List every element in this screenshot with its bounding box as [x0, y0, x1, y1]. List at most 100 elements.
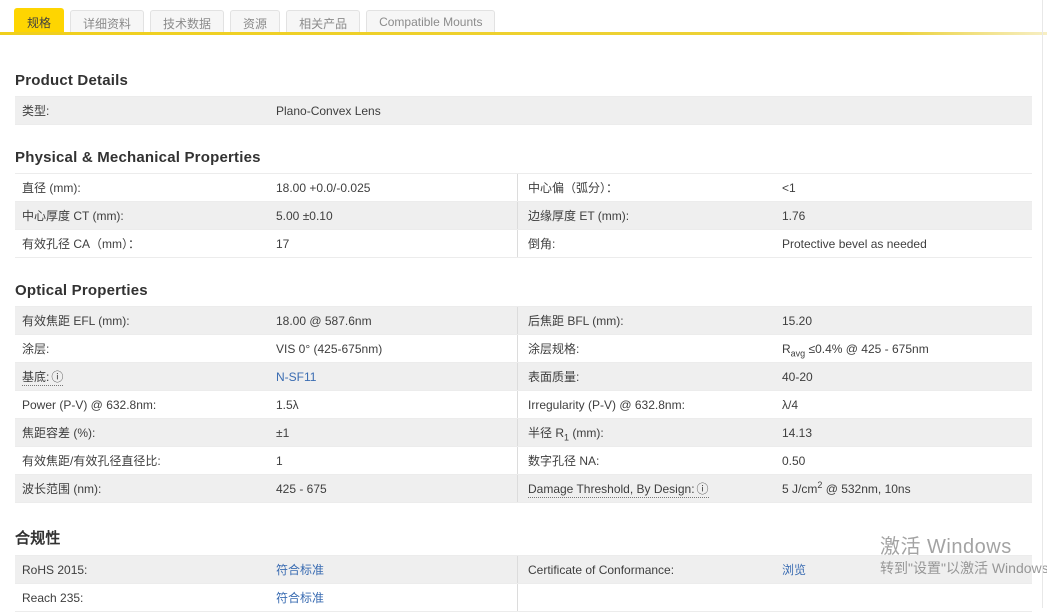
rohs-2015-cell: RoHS 2015: 符合标准 [15, 556, 517, 583]
spec-value: VIS 0° (425-675nm) [276, 341, 383, 356]
numerical-aperture-cell: 数字孔径 NA: 0.50 [517, 447, 1032, 474]
power-cell: Power (P-V) @ 632.8nm: 1.5λ [15, 391, 517, 418]
spec-value: 1.5λ [276, 397, 299, 412]
spec-row: 类型: Plano-Convex Lens [15, 97, 1032, 125]
spec-value: 0.50 [782, 453, 806, 468]
spec-label: 涂层规格: [528, 341, 580, 356]
damage-threshold-tooltip-trigger[interactable]: Damage Threshold, By Design: ⓘ [528, 481, 709, 498]
product-details-table: 类型: Plano-Convex Lens [15, 96, 1032, 125]
spec-value: Protective bevel as needed [782, 236, 927, 251]
irregularity-cell: Irregularity (P-V) @ 632.8nm: λ/4 [517, 391, 1032, 418]
spec-label: Damage Threshold, By Design: ⓘ [528, 481, 782, 498]
spec-label: 表面质量: [528, 369, 580, 384]
spec-row: 焦距容差 (%): ±1 半径 R1 (mm): 14.13 [15, 419, 1032, 447]
spec-value: 5 J/cm2 @ 532nm, 10ns [782, 479, 911, 496]
tab-details[interactable]: 详细资料 [70, 10, 145, 32]
spec-row: 有效孔径 CA（mm）： 17 倒角: Protective bevel as nee… [15, 230, 1032, 258]
spec-label: 半径 R1 (mm): [528, 425, 604, 442]
reach-235-cell: Reach 235: 符合标准 [15, 584, 517, 611]
coating-cell: 涂层: VIS 0° (425-675nm) [15, 335, 517, 362]
spec-label: Certificate of Conformance: [528, 562, 675, 577]
spec-label: Irregularity (P-V) @ 632.8nm: [528, 397, 685, 412]
center-thickness-cell: 中心厚度 CT (mm): 5.00 ±0.10 [15, 202, 517, 229]
rohs-compliant-link[interactable]: 符合标准 [276, 563, 324, 577]
spec-row: 中心厚度 CT (mm): 5.00 ±0.10 边缘厚度 ET (mm): 1.76 [15, 202, 1032, 230]
clear-aperture-cell: 有效孔径 CA（mm）： 17 [15, 230, 517, 257]
spec-label: 中心偏（弧分）： [528, 180, 619, 195]
coating-spec-cell: 涂层规格: Ravg ≤0.4% @ 425 - 675nm [517, 335, 1032, 362]
spec-row: 涂层: VIS 0° (425-675nm) 涂层规格: Ravg ≤0.4% @ 4… [15, 335, 1032, 363]
focal-length-tolerance-cell: 焦距容差 (%): ±1 [15, 419, 517, 446]
spec-value: 18.00 +0.0/-0.025 [276, 180, 371, 195]
spec-row: Power (P-V) @ 632.8nm: 1.5λ Irregularity (… [15, 391, 1032, 419]
efl-ca-ratio-cell: 有效焦距/有效孔径直径比: 1 [15, 447, 517, 474]
radius-r1-cell: 半径 R1 (mm): 14.13 [517, 419, 1032, 446]
spec-label: 有效焦距/有效孔径直径比: [22, 453, 161, 468]
windows-activation-watermark-line2: 转到"设置"以激活 Windows。 [880, 560, 1047, 576]
info-icon[interactable]: ⓘ [51, 370, 63, 384]
tab-bar: 规格 详细资料 技术数据 资源 相关产品 Compatible Mounts [0, 0, 1047, 35]
surface-quality-cell: 表面质量: 40-20 [517, 363, 1032, 390]
spec-row: 基底: ⓘ N-SF11 表面质量: 40-20 [15, 363, 1032, 391]
certificate-browse-link[interactable]: 浏览 [782, 563, 806, 577]
tab-underline [0, 32, 1047, 35]
tab-tech-data[interactable]: 技术数据 [150, 10, 225, 32]
spec-row: 波长范围 (nm): 425 - 675 Damage Threshold, By … [15, 475, 1032, 503]
section-physical-mechanical-properties: Physical & Mechanical Properties 直径 (mm):… [15, 149, 1032, 258]
section-title-physical-mechanical-properties: Physical & Mechanical Properties [15, 149, 261, 166]
spec-label: 有效焦距 EFL (mm): [22, 313, 130, 328]
windows-activation-watermark-line1: 激活 Windows [880, 536, 1012, 558]
spec-value: 1 [276, 453, 283, 468]
section-title-product-details: Product Details [15, 72, 129, 89]
reach-compliant-link[interactable]: 符合标准 [276, 591, 324, 605]
spec-label: RoHS 2015: [22, 562, 88, 577]
spec-label: 倒角: [528, 236, 556, 251]
spec-label: 焦距容差 (%): [22, 425, 96, 440]
spec-label: 边缘厚度 ET (mm): [528, 208, 630, 223]
bfl-cell: 后焦距 BFL (mm): 15.20 [517, 307, 1032, 334]
spec-value: N-SF11 [276, 370, 316, 384]
diameter-cell: 直径 (mm): 18.00 +0.0/-0.025 [15, 174, 517, 201]
spec-label: 涂层: [22, 341, 50, 356]
section-optical-properties: Optical Properties 有效焦距 EFL (mm): 18.00 @ … [15, 282, 1032, 503]
spec-value: 符合标准 [276, 591, 324, 605]
spec-label: 中心厚度 CT (mm): [22, 208, 124, 223]
damage-threshold-cell: Damage Threshold, By Design: ⓘ 5 J/cm2 @ 5… [517, 475, 1032, 502]
tab-compatible-mounts[interactable]: Compatible Mounts [366, 10, 496, 32]
tab-list: 规格 详细资料 技术数据 资源 相关产品 Compatible Mounts [0, 8, 1047, 32]
spec-value: 5.00 ±0.10 [276, 208, 333, 223]
optical-properties-table: 有效焦距 EFL (mm): 18.00 @ 587.6nm 后焦距 BFL (mm… [15, 306, 1032, 503]
spec-row: 有效焦距 EFL (mm): 18.00 @ 587.6nm 后焦距 BFL (mm… [15, 307, 1032, 335]
spec-row: 有效焦距/有效孔径直径比: 1 数字孔径 NA: 0.50 [15, 447, 1032, 475]
bevel-cell: 倒角: Protective bevel as needed [517, 230, 1032, 257]
spec-value: 425 - 675 [276, 481, 327, 496]
spec-label: 数字孔径 NA: [528, 453, 600, 468]
spec-row: 直径 (mm): 18.00 +0.0/-0.025 中心偏（弧分）： <1 [15, 174, 1032, 202]
substrate-cell: 基底: ⓘ N-SF11 [15, 363, 517, 390]
tab-specs[interactable]: 规格 [14, 8, 65, 32]
efl-cell: 有效焦距 EFL (mm): 18.00 @ 587.6nm [15, 307, 517, 334]
tab-related-products[interactable]: 相关产品 [286, 10, 361, 32]
spec-label: 有效孔径 CA（mm）： [22, 236, 140, 251]
section-title-optical-properties: Optical Properties [15, 282, 148, 299]
spec-value: 18.00 @ 587.6nm [276, 313, 372, 328]
spec-value: Plano-Convex Lens [276, 103, 381, 118]
tab-resources[interactable]: 资源 [230, 10, 281, 32]
info-icon[interactable]: ⓘ [697, 482, 709, 496]
section-product-details: Product Details 类型: Plano-Convex Lens [15, 72, 1032, 125]
spec-value: 浏览 [782, 563, 806, 577]
physical-mechanical-properties-table: 直径 (mm): 18.00 +0.0/-0.025 中心偏（弧分）： <1 中心厚度 … [15, 173, 1032, 258]
spec-label: 后焦距 BFL (mm): [528, 313, 624, 328]
spec-label: 直径 (mm): [22, 180, 81, 195]
substrate-tooltip-trigger[interactable]: 基底: ⓘ [22, 369, 64, 386]
spec-label: 类型: [22, 103, 50, 118]
spec-value: 1.76 [782, 208, 806, 223]
page-right-edge-divider [1042, 0, 1043, 608]
spec-label: Power (P-V) @ 632.8nm: [22, 397, 157, 412]
spec-value: Ravg ≤0.4% @ 425 - 675nm [782, 341, 929, 358]
spec-value: 14.13 [782, 425, 813, 440]
spec-label: 波长范围 (nm): [22, 481, 102, 496]
spec-value: λ/4 [782, 397, 799, 412]
substrate-link[interactable]: N-SF11 [276, 370, 316, 384]
spec-value: 17 [276, 236, 290, 251]
